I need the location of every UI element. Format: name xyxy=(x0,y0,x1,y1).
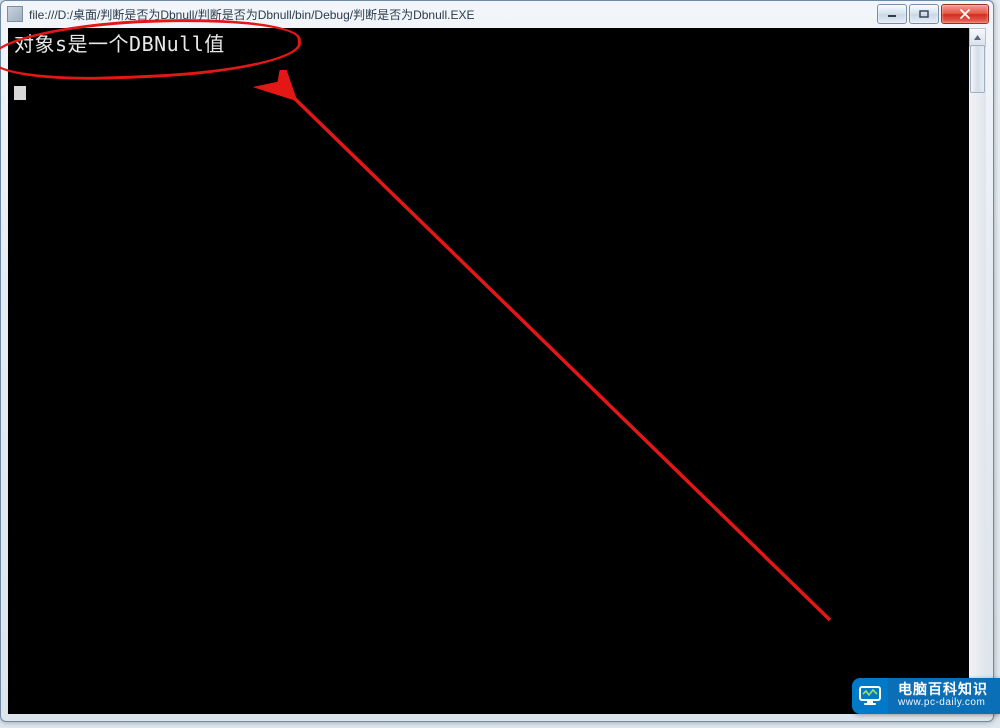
titlebar[interactable]: file:///D:/桌面/判断是否为Dbnull/判断是否为Dbnull/bi… xyxy=(1,1,993,27)
maximize-button[interactable] xyxy=(909,4,939,24)
app-icon xyxy=(7,6,23,22)
window-buttons xyxy=(877,4,989,24)
console-client-area: 对象s是一个DBNull值 xyxy=(8,28,986,714)
console-window: file:///D:/桌面/判断是否为Dbnull/判断是否为Dbnull/bi… xyxy=(0,0,994,722)
watermark-badge: 电脑百科知识 www.pc-daily.com xyxy=(852,678,1000,714)
scroll-thumb[interactable] xyxy=(970,45,985,93)
console-cursor xyxy=(14,86,26,100)
minimize-button[interactable] xyxy=(877,4,907,24)
watermark-url: www.pc-daily.com xyxy=(898,696,988,710)
monitor-icon xyxy=(852,678,888,714)
vertical-scrollbar[interactable] xyxy=(969,28,986,714)
window-title: file:///D:/桌面/判断是否为Dbnull/判断是否为Dbnull/bi… xyxy=(29,6,877,23)
watermark-title: 电脑百科知识 xyxy=(898,682,988,696)
close-button[interactable] xyxy=(941,4,989,24)
watermark-text: 电脑百科知识 www.pc-daily.com xyxy=(888,678,1000,714)
scroll-track[interactable] xyxy=(969,45,986,697)
desktop: file:///D:/桌面/判断是否为Dbnull/判断是否为Dbnull/bi… xyxy=(0,0,1000,728)
console-output-line: 对象s是一个DBNull值 xyxy=(8,28,986,56)
